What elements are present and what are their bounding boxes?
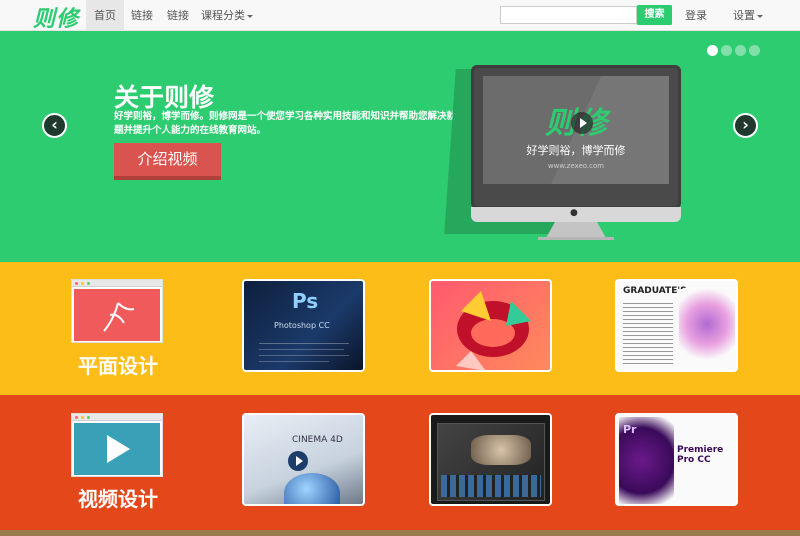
monitor-screen: 则修 好学则裕，博学而修 www.zexeo.com <box>483 76 669 184</box>
cinema4d-thumb[interactable]: CINEMA 4D <box>242 413 365 506</box>
carousel-prev-button[interactable]: ‹ <box>42 113 67 138</box>
nav-course-categories-label: 课程分类 <box>201 9 245 22</box>
chevron-down-icon <box>757 14 763 18</box>
video-editing-thumb[interactable] <box>429 413 552 506</box>
screen-tagline: 好学则裕，博学而修 <box>526 144 626 157</box>
search-button[interactable]: 搜索 <box>637 5 672 25</box>
nav-home[interactable]: 首页 <box>86 0 124 31</box>
premiere-pro-thumb[interactable]: Pr Premiere Pro CC <box>615 413 738 506</box>
category-video-design: 视频设计 CINEMA 4D Pr Premiere Pro CC <box>0 395 800 530</box>
login-link[interactable]: 登录 <box>678 0 714 31</box>
magazine-layout-thumb[interactable]: GRADUATE'S <box>615 279 738 372</box>
carousel-dot-3[interactable] <box>735 45 746 56</box>
play-icon <box>107 435 130 463</box>
ps-subtitle: Photoshop CC <box>274 321 330 330</box>
brand-logo[interactable]: 则修 <box>33 1 79 33</box>
ps-logo: Ps <box>292 289 319 313</box>
pr-logo: Pr <box>623 423 637 436</box>
adobe-cc-logo-icon <box>456 291 531 370</box>
hero-carousel: ‹ › 关于则修 好学则裕，博学而修。则修网是一个使您学习各种实用技能和知识并帮… <box>0 31 800 262</box>
video-design-icon[interactable] <box>71 413 163 477</box>
slide-description: 好学则裕，博学而修。则修网是一个使您学习各种实用技能和知识并帮助您解决就业问题并… <box>114 111 476 136</box>
carousel-dot-4[interactable] <box>749 45 760 56</box>
apple-icon: ● <box>570 208 578 218</box>
nav-link-2[interactable]: 链接 <box>160 0 196 31</box>
top-navbar: 则修 首页 链接 链接 课程分类 搜索 登录 设置 <box>0 0 800 33</box>
search-input[interactable] <box>500 6 637 24</box>
chevron-down-icon <box>247 14 253 18</box>
cinema4d-title: CINEMA 4D <box>292 435 343 445</box>
monitor-base <box>538 237 614 240</box>
adobe-cc-thumb[interactable] <box>429 279 552 372</box>
category-graphic-design: 平面设计 Ps Photoshop CC GRADUATE'S <box>0 262 800 395</box>
carousel-next-button[interactable]: › <box>733 113 758 138</box>
settings-label: 设置 <box>733 9 755 22</box>
premiere-pro-title: Premiere Pro CC <box>677 445 724 465</box>
magazine-headline: GRADUATE'S <box>623 286 687 296</box>
pen-tool-icon <box>103 302 135 332</box>
settings-dropdown[interactable]: 设置 <box>726 0 770 31</box>
graphic-design-icon[interactable] <box>71 279 163 343</box>
carousel-dot-2[interactable] <box>721 45 732 56</box>
nav-link-1[interactable]: 链接 <box>124 0 160 31</box>
category-label[interactable]: 视频设计 <box>72 483 164 512</box>
carousel-dot-1[interactable] <box>707 45 718 56</box>
footer-strip <box>0 530 800 536</box>
photoshop-cc-thumb[interactable]: Ps Photoshop CC <box>242 279 365 372</box>
category-label[interactable]: 平面设计 <box>72 350 164 379</box>
screen-url: www.zexeo.com <box>547 162 605 170</box>
nav-course-categories[interactable]: 课程分类 <box>198 0 256 31</box>
monitor-illustration: 则修 好学则裕，博学而修 www.zexeo.com <box>471 65 681 209</box>
monitor-stand <box>546 222 606 238</box>
slide-title: 关于则修 <box>114 83 215 112</box>
carousel-indicators <box>704 40 760 59</box>
intro-video-button[interactable]: 介绍视频 <box>114 143 221 180</box>
play-icon <box>571 112 593 134</box>
